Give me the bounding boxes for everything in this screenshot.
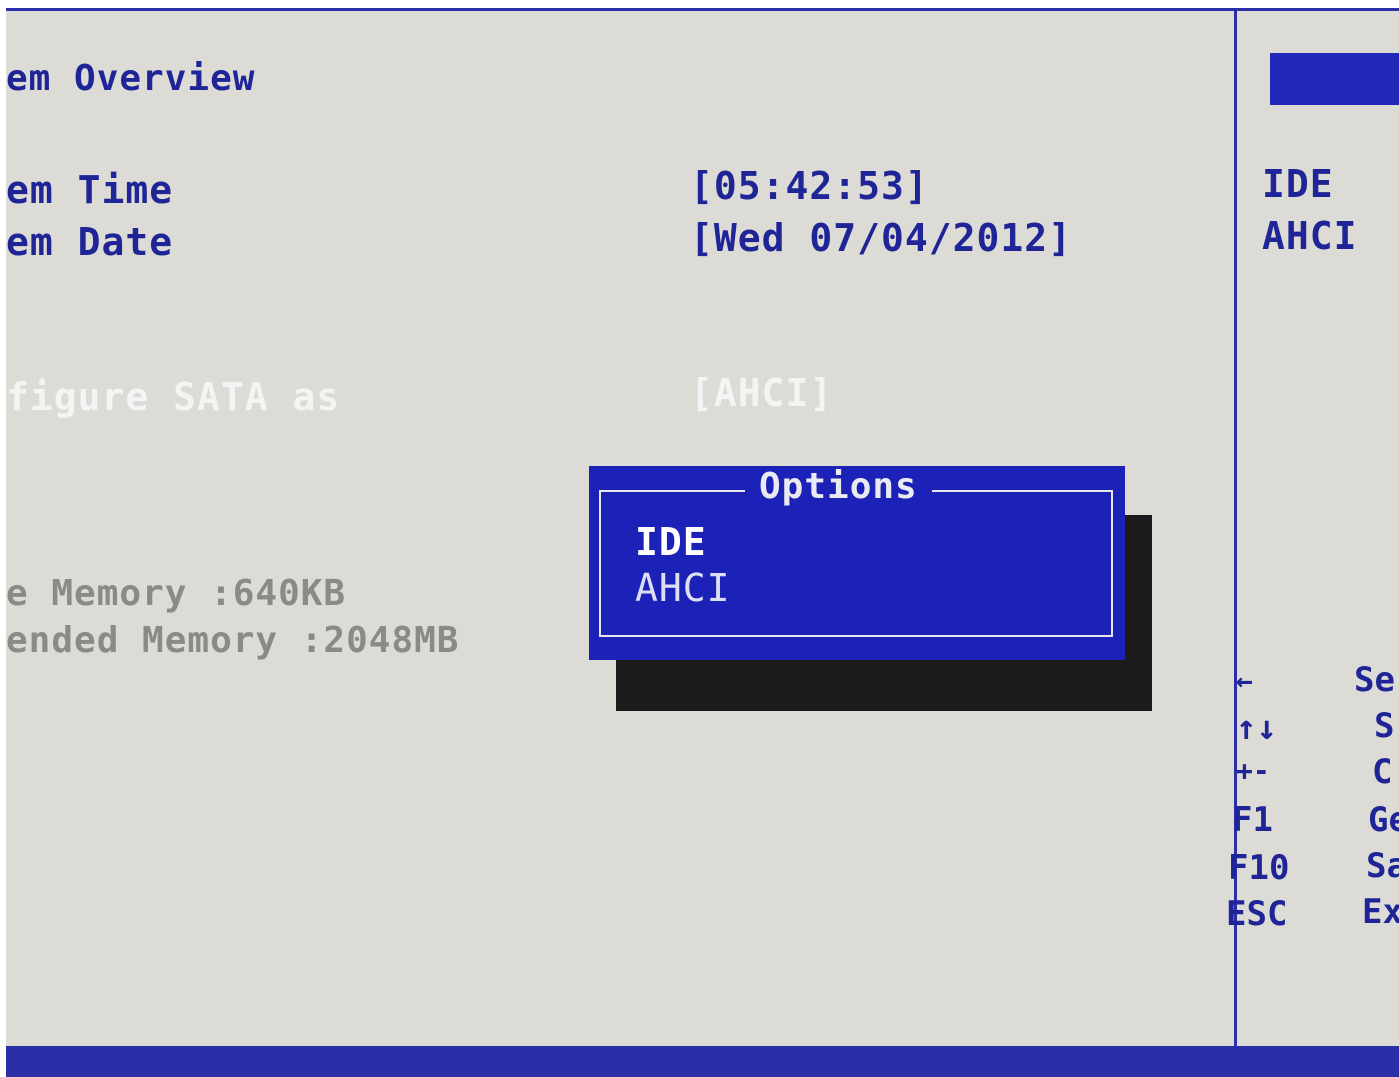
configure-sata-value[interactable]: [AHCI] — [690, 371, 833, 415]
help-line-ide: IDE — [1262, 162, 1334, 206]
help-line-ahci: AHCI — [1262, 214, 1358, 258]
page-title: em Overview — [6, 58, 256, 99]
system-time-value[interactable]: [05:42:53] — [690, 164, 929, 208]
key-left-arrow-icon: ← — [1236, 664, 1253, 697]
option-ide[interactable]: IDE — [635, 520, 707, 564]
option-ahci[interactable]: AHCI — [635, 566, 731, 610]
system-time-label[interactable]: em Time — [6, 168, 173, 212]
key-updown-arrow-icon: ↑↓ — [1236, 708, 1277, 748]
key-f1: F1 — [1232, 800, 1273, 840]
system-date-label[interactable]: em Date — [6, 220, 173, 264]
base-memory-info: e Memory :640KB — [6, 573, 347, 614]
help-panel-header — [1270, 53, 1399, 105]
key-f10-desc: Sa — [1366, 846, 1399, 886]
key-esc: ESC — [1226, 894, 1288, 934]
key-plusminus: +- — [1236, 754, 1270, 787]
key-f1-desc: Ge — [1368, 800, 1399, 840]
system-date-value[interactable]: [Wed 07/04/2012] — [690, 216, 1072, 260]
key-esc-desc: Ex — [1362, 892, 1399, 932]
bios-screen: em Overview em Time [05:42:53] em Date [… — [6, 8, 1399, 1077]
configure-sata-label[interactable]: figure SATA as — [6, 375, 340, 419]
bottom-status-bar — [6, 1046, 1399, 1077]
key-plusminus-desc: C — [1372, 752, 1393, 792]
panel-divider — [1234, 8, 1237, 1048]
options-popup[interactable]: Options IDE AHCI — [589, 466, 1125, 660]
key-f10: F10 — [1228, 848, 1290, 888]
key-left-desc: Se — [1354, 660, 1395, 700]
top-border — [6, 8, 1399, 11]
extended-memory-info: ended Memory :2048MB — [6, 620, 460, 661]
key-updown-desc: S — [1374, 706, 1395, 746]
popup-title: Options — [745, 466, 932, 507]
